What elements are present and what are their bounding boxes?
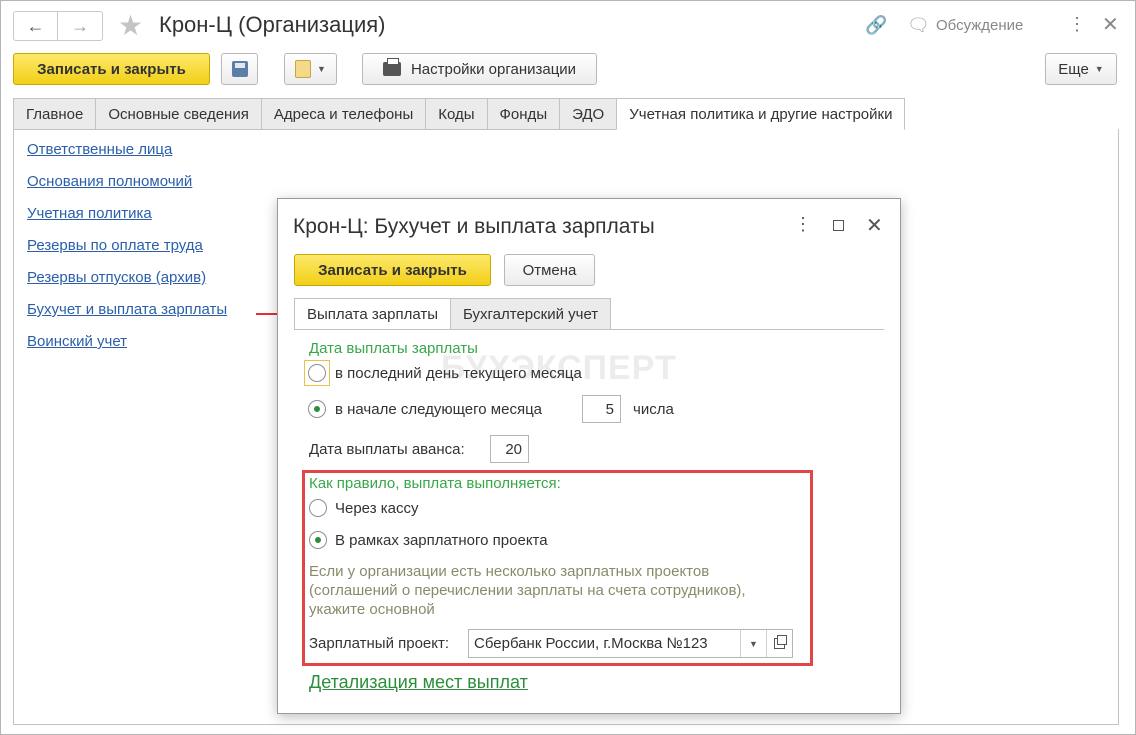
advance-date-input[interactable]: 20 (490, 435, 529, 463)
hint-text: Если у организации есть несколько зарпла… (309, 562, 809, 619)
tabs-divider (294, 329, 884, 330)
save-and-close-button[interactable]: Записать и закрыть (13, 53, 210, 85)
cash-label: Через кассу (335, 500, 419, 517)
forward-button[interactable]: → (58, 11, 103, 41)
radio-next-month[interactable] (308, 400, 326, 418)
more-label: Еще (1058, 60, 1089, 78)
maximize-icon[interactable] (833, 220, 844, 231)
link-accounting-policy[interactable]: Учетная политика (27, 205, 152, 222)
organization-window: ← → ★ Крон-Ц (Организация) 🔗 🗨 Обсуждени… (0, 0, 1136, 735)
save-disk-icon (231, 61, 248, 77)
close-icon[interactable]: ✕ (1102, 12, 1119, 37)
tab-edo[interactable]: ЭДО (559, 98, 617, 130)
payout-title: Как правило, выплата выполняется: (309, 475, 561, 492)
link-authority-grounds[interactable]: Основания полномочий (27, 173, 192, 190)
arrow-right-icon: → (71, 15, 89, 36)
last-day-label: в последний день текущего месяца (335, 365, 582, 382)
hint-line: (соглашений о перечислении зарплаты на с… (309, 582, 746, 599)
tab-salary-payment[interactable]: Выплата зарплаты (294, 298, 450, 330)
open-button[interactable] (766, 630, 792, 657)
dialog-tabs: Выплата зарплаты Бухгалтерский учет (294, 298, 612, 330)
project-field-label: Зарплатный проект: (309, 635, 450, 652)
dialog-save-close-button[interactable]: Записать и закрыть (294, 254, 491, 286)
salary-dialog: Крон-Ц: Бухучет и выплата зарплаты ⋮ ✕ З… (277, 198, 901, 714)
tab-basic-info[interactable]: Основные сведения (95, 98, 261, 130)
save-button[interactable] (221, 53, 258, 85)
dialog-close-icon[interactable]: ✕ (866, 213, 883, 238)
hint-line: Если у организации есть несколько зарпла… (309, 563, 710, 580)
link-responsible-persons[interactable]: Ответственные лица (27, 141, 172, 158)
reports-button[interactable]: ▼ (284, 53, 337, 85)
printer-icon (382, 58, 401, 76)
chevron-down-icon: ▼ (1094, 64, 1104, 74)
dialog-title: Крон-Ц: Бухучет и выплата зарплаты (293, 215, 655, 238)
tab-addresses[interactable]: Адреса и телефоны (260, 98, 426, 130)
report-icon (295, 60, 312, 78)
advance-label: Дата выплаты аванса: (309, 441, 465, 458)
tab-main[interactable]: Главное (13, 98, 96, 130)
comment-icon[interactable]: 🗨 (907, 15, 930, 36)
arrow-left-icon: ← (26, 15, 45, 36)
salary-project-value: Сбербанк России, г.Москва №123 (474, 635, 708, 652)
chevron-down-icon: ▼ (317, 64, 326, 74)
more-button[interactable]: Еще ▼ (1045, 53, 1117, 85)
chevron-down-icon: ▼ (749, 638, 758, 649)
window-title: Крон-Ц (Организация) (159, 12, 386, 37)
link-military-records[interactable]: Воинский учет (27, 333, 127, 350)
favorite-star-icon[interactable]: ★ (118, 9, 143, 42)
dropdown-button[interactable]: ▼ (740, 630, 766, 657)
day-number-input[interactable]: 5 (582, 395, 621, 423)
link-vacation-reserves[interactable]: Резервы отпусков (архив) (27, 269, 206, 286)
day-suffix-label: числа (633, 401, 674, 418)
dialog-more-icon[interactable]: ⋮ (794, 214, 812, 235)
hint-line: укажите основной (309, 601, 435, 618)
link-icon[interactable]: 🔗 (865, 15, 887, 36)
link-accounting-salary[interactable]: Бухучет и выплата зарплаты (27, 301, 227, 318)
radio-last-day[interactable] (308, 364, 326, 382)
tab-accounting[interactable]: Бухгалтерский учет (450, 298, 612, 330)
more-options-icon[interactable]: ⋮ (1068, 14, 1086, 35)
pay-date-title: Дата выплаты зарплаты (309, 340, 478, 357)
radio-salary-project[interactable] (309, 531, 327, 549)
radio-cash[interactable] (309, 499, 327, 517)
back-button[interactable]: ← (13, 11, 58, 41)
payment-places-link[interactable]: Детализация мест выплат (309, 672, 528, 693)
salary-project-select[interactable]: Сбербанк России, г.Москва №123 ▼ (468, 629, 793, 658)
tab-funds[interactable]: Фонды (486, 98, 560, 130)
cancel-button[interactable]: Отмена (504, 254, 595, 286)
next-month-label: в начале следующего месяца (335, 401, 542, 418)
main-tabs: Главное Основные сведения Адреса и телеф… (13, 98, 906, 130)
salary-project-label: В рамках зарплатного проекта (335, 532, 548, 549)
discussion-link[interactable]: Обсуждение (936, 17, 1023, 34)
organization-settings-button[interactable]: Настройки организации (362, 53, 597, 85)
organization-settings-label: Настройки организации (410, 60, 577, 78)
tab-accounting-policy[interactable]: Учетная политика и другие настройки (616, 98, 906, 130)
open-form-icon (774, 635, 787, 649)
link-payroll-reserves[interactable]: Резервы по оплате труда (27, 237, 203, 254)
tab-codes[interactable]: Коды (425, 98, 487, 130)
